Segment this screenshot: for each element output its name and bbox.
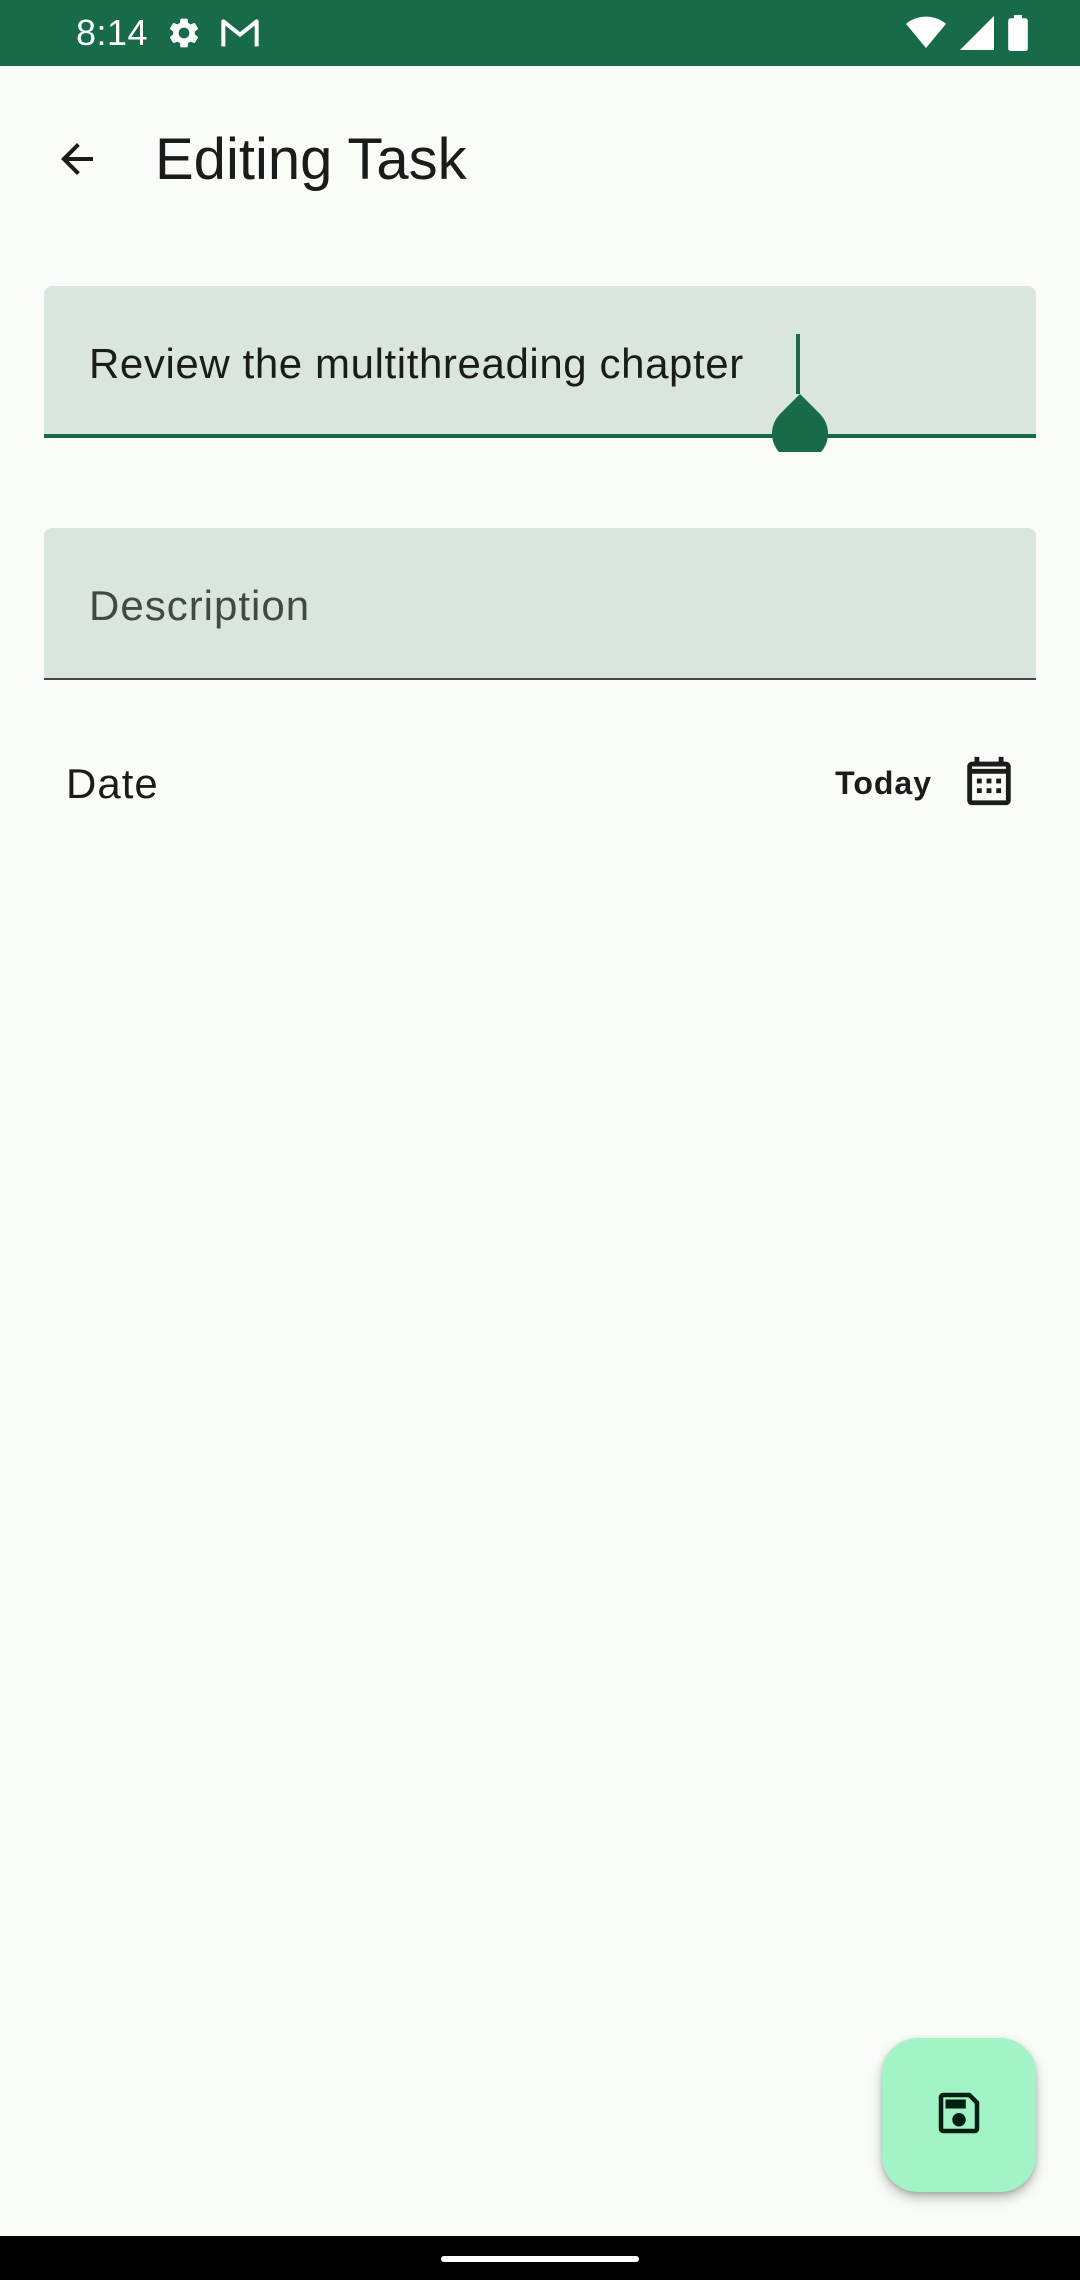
gmail-icon: [220, 15, 260, 51]
navigation-bar: [0, 2236, 1080, 2280]
task-description-input[interactable]: Description: [44, 528, 1036, 680]
date-picker-button[interactable]: Today: [835, 740, 1018, 826]
signal-icon: [960, 16, 994, 50]
task-title-input[interactable]: Review the multithreading chapter: [44, 286, 1036, 462]
save-icon: [932, 2086, 986, 2145]
home-gesture-handle[interactable]: [441, 2256, 639, 2262]
top-app-bar: Editing Task: [0, 66, 1080, 242]
date-row: Date Today: [44, 740, 1036, 826]
status-notification-icons: [166, 15, 260, 51]
description-placeholder: Description: [89, 582, 311, 629]
status-time: 8:14: [76, 12, 149, 53]
date-value: Today: [835, 764, 932, 801]
wifi-icon: [906, 16, 946, 50]
save-fab-button[interactable]: [882, 2038, 1036, 2192]
date-label: Date: [66, 760, 159, 807]
calendar-icon: [960, 752, 1018, 815]
battery-icon: [1008, 15, 1028, 51]
status-bar: 8:14: [0, 0, 1080, 66]
text-cursor: [796, 334, 800, 394]
cursor-handle-icon[interactable]: [771, 394, 829, 462]
page-title: Editing Task: [155, 127, 467, 192]
task-title-value: Review the multithreading chapter: [89, 340, 744, 387]
status-system-icons: [906, 15, 1028, 51]
back-button[interactable]: [32, 116, 122, 206]
arrow-back-icon: [53, 135, 101, 188]
settings-icon: [166, 15, 202, 51]
